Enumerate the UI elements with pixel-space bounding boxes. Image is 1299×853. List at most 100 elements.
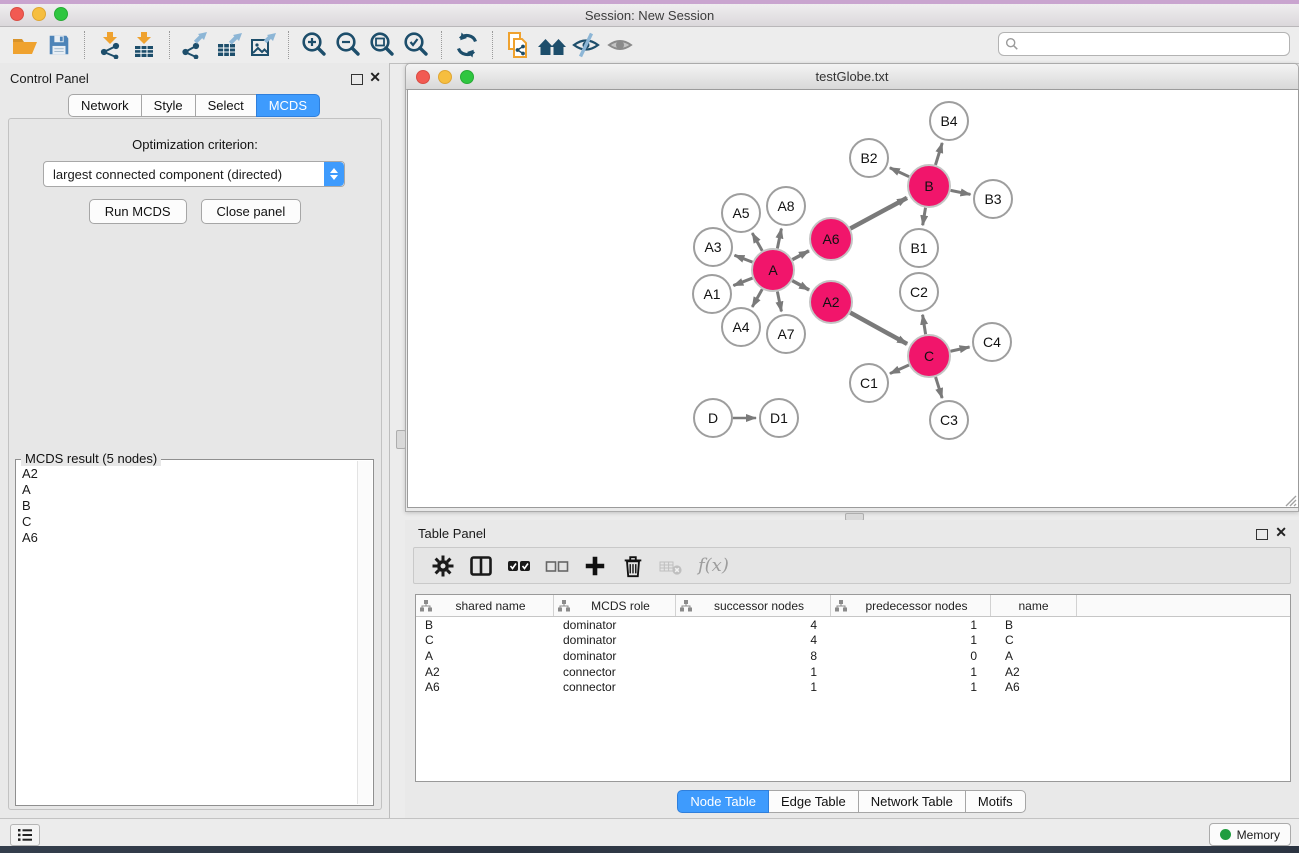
- graph-edge-A6-B[interactable]: [850, 198, 907, 229]
- graph-node-A4[interactable]: A4: [722, 308, 760, 346]
- graph-edge-B-B2[interactable]: [890, 168, 909, 177]
- table-row[interactable]: Adominator80A: [416, 648, 1290, 664]
- table-tab-motifs[interactable]: Motifs: [965, 790, 1026, 813]
- cell-successor-nodes[interactable]: 1: [676, 680, 831, 694]
- table-tab-node-table[interactable]: Node Table: [677, 790, 769, 813]
- graph-node-C4[interactable]: C4: [973, 323, 1011, 361]
- vertical-splitter-handle[interactable]: [396, 430, 406, 449]
- mcds-result-list[interactable]: A2ABCA6: [18, 466, 357, 803]
- tab-network[interactable]: Network: [68, 94, 142, 117]
- result-scrollbar[interactable]: [357, 461, 372, 804]
- graph-node-A3[interactable]: A3: [694, 228, 732, 266]
- hide-eye-icon[interactable]: [569, 29, 603, 61]
- open-file-icon[interactable]: [8, 29, 42, 61]
- column-header-shared-name[interactable]: shared name: [416, 595, 554, 616]
- cell-successor-nodes[interactable]: 8: [676, 649, 831, 663]
- cell-MCDS-role[interactable]: connector: [554, 665, 676, 679]
- graph-edge-B-B3[interactable]: [951, 190, 971, 194]
- table-row[interactable]: A6connector11A6: [416, 679, 1290, 695]
- run-mcds-button[interactable]: Run MCDS: [89, 199, 187, 224]
- graph-node-A[interactable]: A: [752, 249, 794, 291]
- cell-shared-name[interactable]: B: [416, 618, 554, 632]
- delete-column-icon[interactable]: [614, 551, 652, 581]
- table-row[interactable]: Cdominator41C: [416, 633, 1290, 649]
- cell-name[interactable]: A: [991, 649, 1077, 663]
- cell-name[interactable]: A2: [991, 665, 1077, 679]
- add-column-icon[interactable]: [576, 551, 614, 581]
- minimize-frame-icon[interactable]: [438, 70, 452, 84]
- zoom-selected-icon[interactable]: [399, 29, 433, 61]
- cell-shared-name[interactable]: A2: [416, 665, 554, 679]
- graph-node-D1[interactable]: D1: [760, 399, 798, 437]
- close-frame-icon[interactable]: [416, 70, 430, 84]
- graph-node-A5[interactable]: A5: [722, 194, 760, 232]
- zoom-in-icon[interactable]: [297, 29, 331, 61]
- cell-name[interactable]: C: [991, 633, 1077, 647]
- graph-node-B4[interactable]: B4: [930, 102, 968, 140]
- export-network-icon[interactable]: [178, 29, 212, 61]
- search-input[interactable]: [1024, 36, 1283, 52]
- close-panel-button[interactable]: Close panel: [201, 199, 302, 224]
- zoom-out-icon[interactable]: [331, 29, 365, 61]
- graph-edge-A-A5[interactable]: [752, 233, 762, 251]
- cell-name[interactable]: A6: [991, 680, 1077, 694]
- cell-successor-nodes[interactable]: 1: [676, 665, 831, 679]
- graph-node-A7[interactable]: A7: [767, 315, 805, 353]
- result-item[interactable]: A: [22, 482, 357, 498]
- column-header-name[interactable]: name: [991, 595, 1077, 616]
- eye-icon[interactable]: [603, 29, 637, 61]
- tab-select[interactable]: Select: [195, 94, 257, 117]
- column-header-predecessor-nodes[interactable]: predecessor nodes: [831, 595, 991, 616]
- cell-shared-name[interactable]: C: [416, 633, 554, 647]
- table-tab-network-table[interactable]: Network Table: [858, 790, 966, 813]
- cell-shared-name[interactable]: A6: [416, 680, 554, 694]
- graph-edge-C-C2[interactable]: [923, 315, 926, 335]
- table-row[interactable]: A2connector11A2: [416, 664, 1290, 680]
- cell-MCDS-role[interactable]: connector: [554, 680, 676, 694]
- close-panel-icon[interactable]: ✕: [369, 70, 381, 84]
- cell-MCDS-role[interactable]: dominator: [554, 618, 676, 632]
- close-window-icon[interactable]: [10, 7, 24, 21]
- zoom-fit-icon[interactable]: [365, 29, 399, 61]
- import-table-icon[interactable]: [127, 29, 161, 61]
- home-icon[interactable]: [535, 29, 569, 61]
- graph-edge-A-A4[interactable]: [752, 289, 762, 307]
- cell-predecessor-nodes[interactable]: 1: [831, 618, 991, 632]
- float-panel-icon[interactable]: [351, 72, 363, 90]
- cell-predecessor-nodes[interactable]: 1: [831, 665, 991, 679]
- deselect-all-columns-icon[interactable]: [538, 551, 576, 581]
- graph-edge-C-C4[interactable]: [950, 347, 969, 351]
- column-header-MCDS-role[interactable]: MCDS role: [554, 595, 676, 616]
- criterion-dropdown[interactable]: largest connected component (directed): [43, 161, 345, 187]
- result-item[interactable]: B: [22, 498, 357, 514]
- graph-edge-A-A2[interactable]: [792, 281, 809, 290]
- zoom-window-icon[interactable]: [54, 7, 68, 21]
- import-network-icon[interactable]: [93, 29, 127, 61]
- graph-node-A6[interactable]: A6: [810, 218, 852, 260]
- column-header-successor-nodes[interactable]: successor nodes: [676, 595, 831, 616]
- table-tab-edge-table[interactable]: Edge Table: [768, 790, 859, 813]
- graph-node-B3[interactable]: B3: [974, 180, 1012, 218]
- cell-predecessor-nodes[interactable]: 1: [831, 633, 991, 647]
- zoom-frame-icon[interactable]: [460, 70, 474, 84]
- settings-gear-icon[interactable]: [424, 551, 462, 581]
- graph-edge-B-B4[interactable]: [935, 143, 942, 165]
- graph-node-A1[interactable]: A1: [693, 275, 731, 313]
- graph-node-C3[interactable]: C3: [930, 401, 968, 439]
- resize-grip-icon[interactable]: [1284, 494, 1297, 507]
- save-icon[interactable]: [42, 29, 76, 61]
- graph-node-C2[interactable]: C2: [900, 273, 938, 311]
- float-table-panel-icon[interactable]: [1256, 527, 1268, 545]
- export-table-icon[interactable]: [212, 29, 246, 61]
- graph-node-B2[interactable]: B2: [850, 139, 888, 177]
- graph-node-C[interactable]: C: [908, 335, 950, 377]
- network-canvas[interactable]: B4B2BB3A8A5A6A3B1AC2A1A2A4A7C4CC1DD1C3: [407, 89, 1299, 508]
- cell-name[interactable]: B: [991, 618, 1077, 632]
- cell-predecessor-nodes[interactable]: 1: [831, 680, 991, 694]
- graph-node-A2[interactable]: A2: [810, 281, 852, 323]
- graph-edge-A-A3[interactable]: [734, 255, 752, 262]
- cell-successor-nodes[interactable]: 4: [676, 633, 831, 647]
- search-box[interactable]: [998, 32, 1290, 56]
- graph-node-C1[interactable]: C1: [850, 364, 888, 402]
- graph-edge-A-A6[interactable]: [792, 251, 809, 260]
